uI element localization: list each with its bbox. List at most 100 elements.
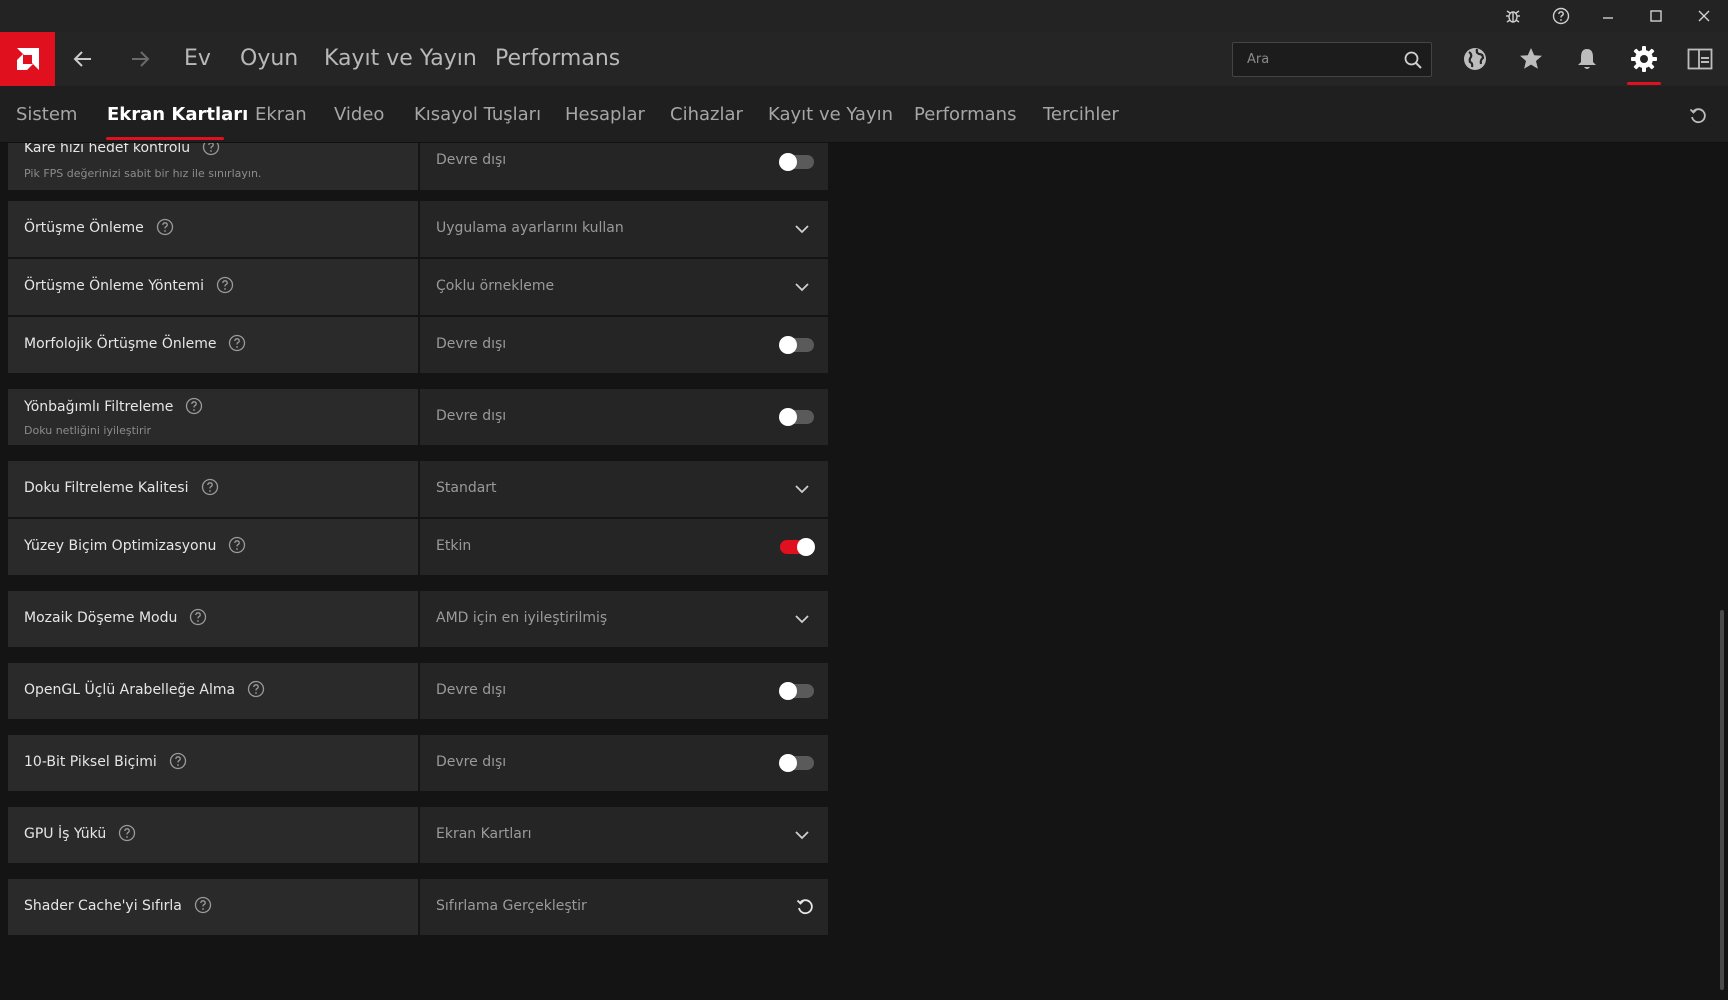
setting-label-cell: Kare hızı hedef kontrolü Pik FPS değerin… xyxy=(8,143,418,190)
help-icon[interactable] xyxy=(189,608,207,626)
setting-title: Kare hızı hedef kontrolü xyxy=(24,143,191,156)
setting-label-cell: Yönbağımlı Filtreleme Doku netliğini iyi… xyxy=(8,389,418,445)
setting-dropdown[interactable]: Ekran Kartları xyxy=(420,807,828,863)
setting-title: Yönbağımlı Filtreleme xyxy=(24,399,174,415)
nav-link-performance[interactable]: Performans xyxy=(495,32,620,86)
setting-value: Standart xyxy=(436,480,497,496)
setting-label-cell: 10-Bit Piksel Biçimi xyxy=(8,735,418,791)
help-icon[interactable] xyxy=(1538,0,1584,32)
nav-link-gaming[interactable]: Oyun xyxy=(240,32,298,86)
chevron-down-icon xyxy=(795,485,809,494)
setting-title: Yüzey Biçim Optimizasyonu xyxy=(24,538,217,554)
tab-record-stream[interactable]: Kayıt ve Yayın xyxy=(768,86,893,143)
setting-value-cell: Devre dışı xyxy=(420,735,828,791)
globe-icon[interactable] xyxy=(1447,32,1503,86)
setting-value: Devre dışı xyxy=(436,152,507,168)
nav-link-record-stream[interactable]: Kayıt ve Yayın xyxy=(324,32,477,86)
toggle-knob xyxy=(779,153,797,171)
help-icon[interactable] xyxy=(202,143,220,156)
setting-value: Devre dışı xyxy=(436,408,507,424)
setting-row-anisotropic-filtering: Yönbağımlı Filtreleme Doku netliğini iyi… xyxy=(8,389,828,445)
tab-accounts[interactable]: Hesaplar xyxy=(565,86,645,143)
toggle-switch[interactable] xyxy=(779,408,814,426)
toggle-switch[interactable] xyxy=(779,682,814,700)
setting-title: Shader Cache'yi Sıfırla xyxy=(24,898,182,914)
toggle-knob xyxy=(797,538,815,556)
search-box xyxy=(1232,42,1432,77)
tab-display[interactable]: Ekran xyxy=(255,86,307,143)
setting-subtitle: Pik FPS değerinizi sabit bir hız ile sın… xyxy=(24,167,262,180)
toggle-switch[interactable] xyxy=(779,153,814,171)
toggle-switch[interactable] xyxy=(779,754,814,772)
setting-title: GPU İş Yükü xyxy=(24,826,107,842)
help-icon[interactable] xyxy=(118,824,136,842)
setting-dropdown[interactable]: Uygulama ayarlarını kullan xyxy=(420,201,828,257)
setting-dropdown[interactable]: Çoklu örnekleme xyxy=(420,259,828,315)
help-icon[interactable] xyxy=(194,896,212,914)
tab-devices[interactable]: Cihazlar xyxy=(670,86,743,143)
reset-icon[interactable] xyxy=(1682,102,1714,130)
toggle-switch[interactable] xyxy=(780,538,815,556)
tab-preferences[interactable]: Tercihler xyxy=(1043,86,1119,143)
reset-shader-cache-button[interactable]: Sıfırlama Gerçekleştir xyxy=(420,879,828,935)
setting-row-10-bit-pixel-format: 10-Bit Piksel Biçimi Devre dışı xyxy=(8,735,828,791)
setting-value-cell: Devre dışı xyxy=(420,389,828,445)
setting-title: Örtüşme Önleme Yöntemi xyxy=(24,278,204,294)
tab-graphics[interactable]: Ekran Kartları xyxy=(107,86,248,143)
help-icon[interactable] xyxy=(156,218,174,236)
setting-row-surface-format-optimization: Yüzey Biçim Optimizasyonu Etkin xyxy=(8,519,828,575)
setting-label-cell: Yüzey Biçim Optimizasyonu xyxy=(8,519,418,575)
gear-icon[interactable] xyxy=(1616,32,1672,86)
setting-value: Devre dışı xyxy=(436,336,507,352)
tab-video[interactable]: Video xyxy=(334,86,384,143)
help-icon[interactable] xyxy=(201,478,219,496)
tab-hotkeys[interactable]: Kısayol Tuşları xyxy=(414,86,541,143)
setting-label-cell: Doku Filtreleme Kalitesi xyxy=(8,461,418,517)
toggle-knob xyxy=(779,682,797,700)
setting-label-cell: Morfolojik Örtüşme Önleme xyxy=(8,317,418,373)
search-icon[interactable] xyxy=(1403,50,1423,70)
help-icon[interactable] xyxy=(228,334,246,352)
setting-value: Sıfırlama Gerçekleştir xyxy=(436,898,587,914)
minimize-icon[interactable] xyxy=(1585,0,1631,32)
tab-performance[interactable]: Performans xyxy=(914,86,1016,143)
active-tab-indicator xyxy=(106,137,224,140)
scrollbar-thumb[interactable] xyxy=(1720,610,1724,990)
maximize-icon[interactable] xyxy=(1633,0,1679,32)
bell-icon[interactable] xyxy=(1559,32,1615,86)
help-icon[interactable] xyxy=(169,752,187,770)
toggle-switch[interactable] xyxy=(779,336,814,354)
setting-title: 10-Bit Piksel Biçimi xyxy=(24,754,157,770)
setting-label-cell: Shader Cache'yi Sıfırla xyxy=(8,879,418,935)
setting-value: Devre dışı xyxy=(436,754,507,770)
close-icon[interactable] xyxy=(1681,0,1727,32)
setting-dropdown[interactable]: Standart xyxy=(420,461,828,517)
forward-arrow-icon[interactable] xyxy=(112,32,168,86)
setting-row-frame-rate-target: Kare hızı hedef kontrolü Pik FPS değerin… xyxy=(8,143,828,190)
setting-row-reset-shader-cache: Shader Cache'yi Sıfırla Sıfırlama Gerçek… xyxy=(8,879,828,935)
help-icon[interactable] xyxy=(216,276,234,294)
setting-label-cell: Mozaik Döşeme Modu xyxy=(8,591,418,647)
setting-value-cell: Devre dışı xyxy=(420,317,828,373)
bug-report-icon[interactable] xyxy=(1490,0,1536,32)
help-icon[interactable] xyxy=(228,536,246,554)
setting-label-cell: GPU İş Yükü xyxy=(8,807,418,863)
setting-value: Uygulama ayarlarını kullan xyxy=(436,220,624,236)
sidebar-panel-icon[interactable] xyxy=(1672,32,1728,86)
setting-value: Çoklu örnekleme xyxy=(436,278,555,294)
amd-logo-icon[interactable] xyxy=(0,32,55,86)
star-icon[interactable] xyxy=(1503,32,1559,86)
toggle-knob xyxy=(779,336,797,354)
setting-title: Morfolojik Örtüşme Önleme xyxy=(24,336,217,352)
search-input[interactable] xyxy=(1233,43,1393,76)
setting-dropdown[interactable]: AMD için en iyileştirilmiş xyxy=(420,591,828,647)
reset-icon xyxy=(796,899,813,915)
setting-subtitle: Doku netliğini iyileştirir xyxy=(24,424,152,437)
setting-value-cell: Etkin xyxy=(420,519,828,575)
back-arrow-icon[interactable] xyxy=(55,32,111,86)
help-icon[interactable] xyxy=(247,680,265,698)
setting-row-opengl-triple-buffering: OpenGL Üçlü Arabelleğe Alma Devre dışı xyxy=(8,663,828,719)
tab-system[interactable]: Sistem xyxy=(16,86,77,143)
help-icon[interactable] xyxy=(185,397,203,415)
nav-link-home[interactable]: Ev xyxy=(184,32,211,86)
